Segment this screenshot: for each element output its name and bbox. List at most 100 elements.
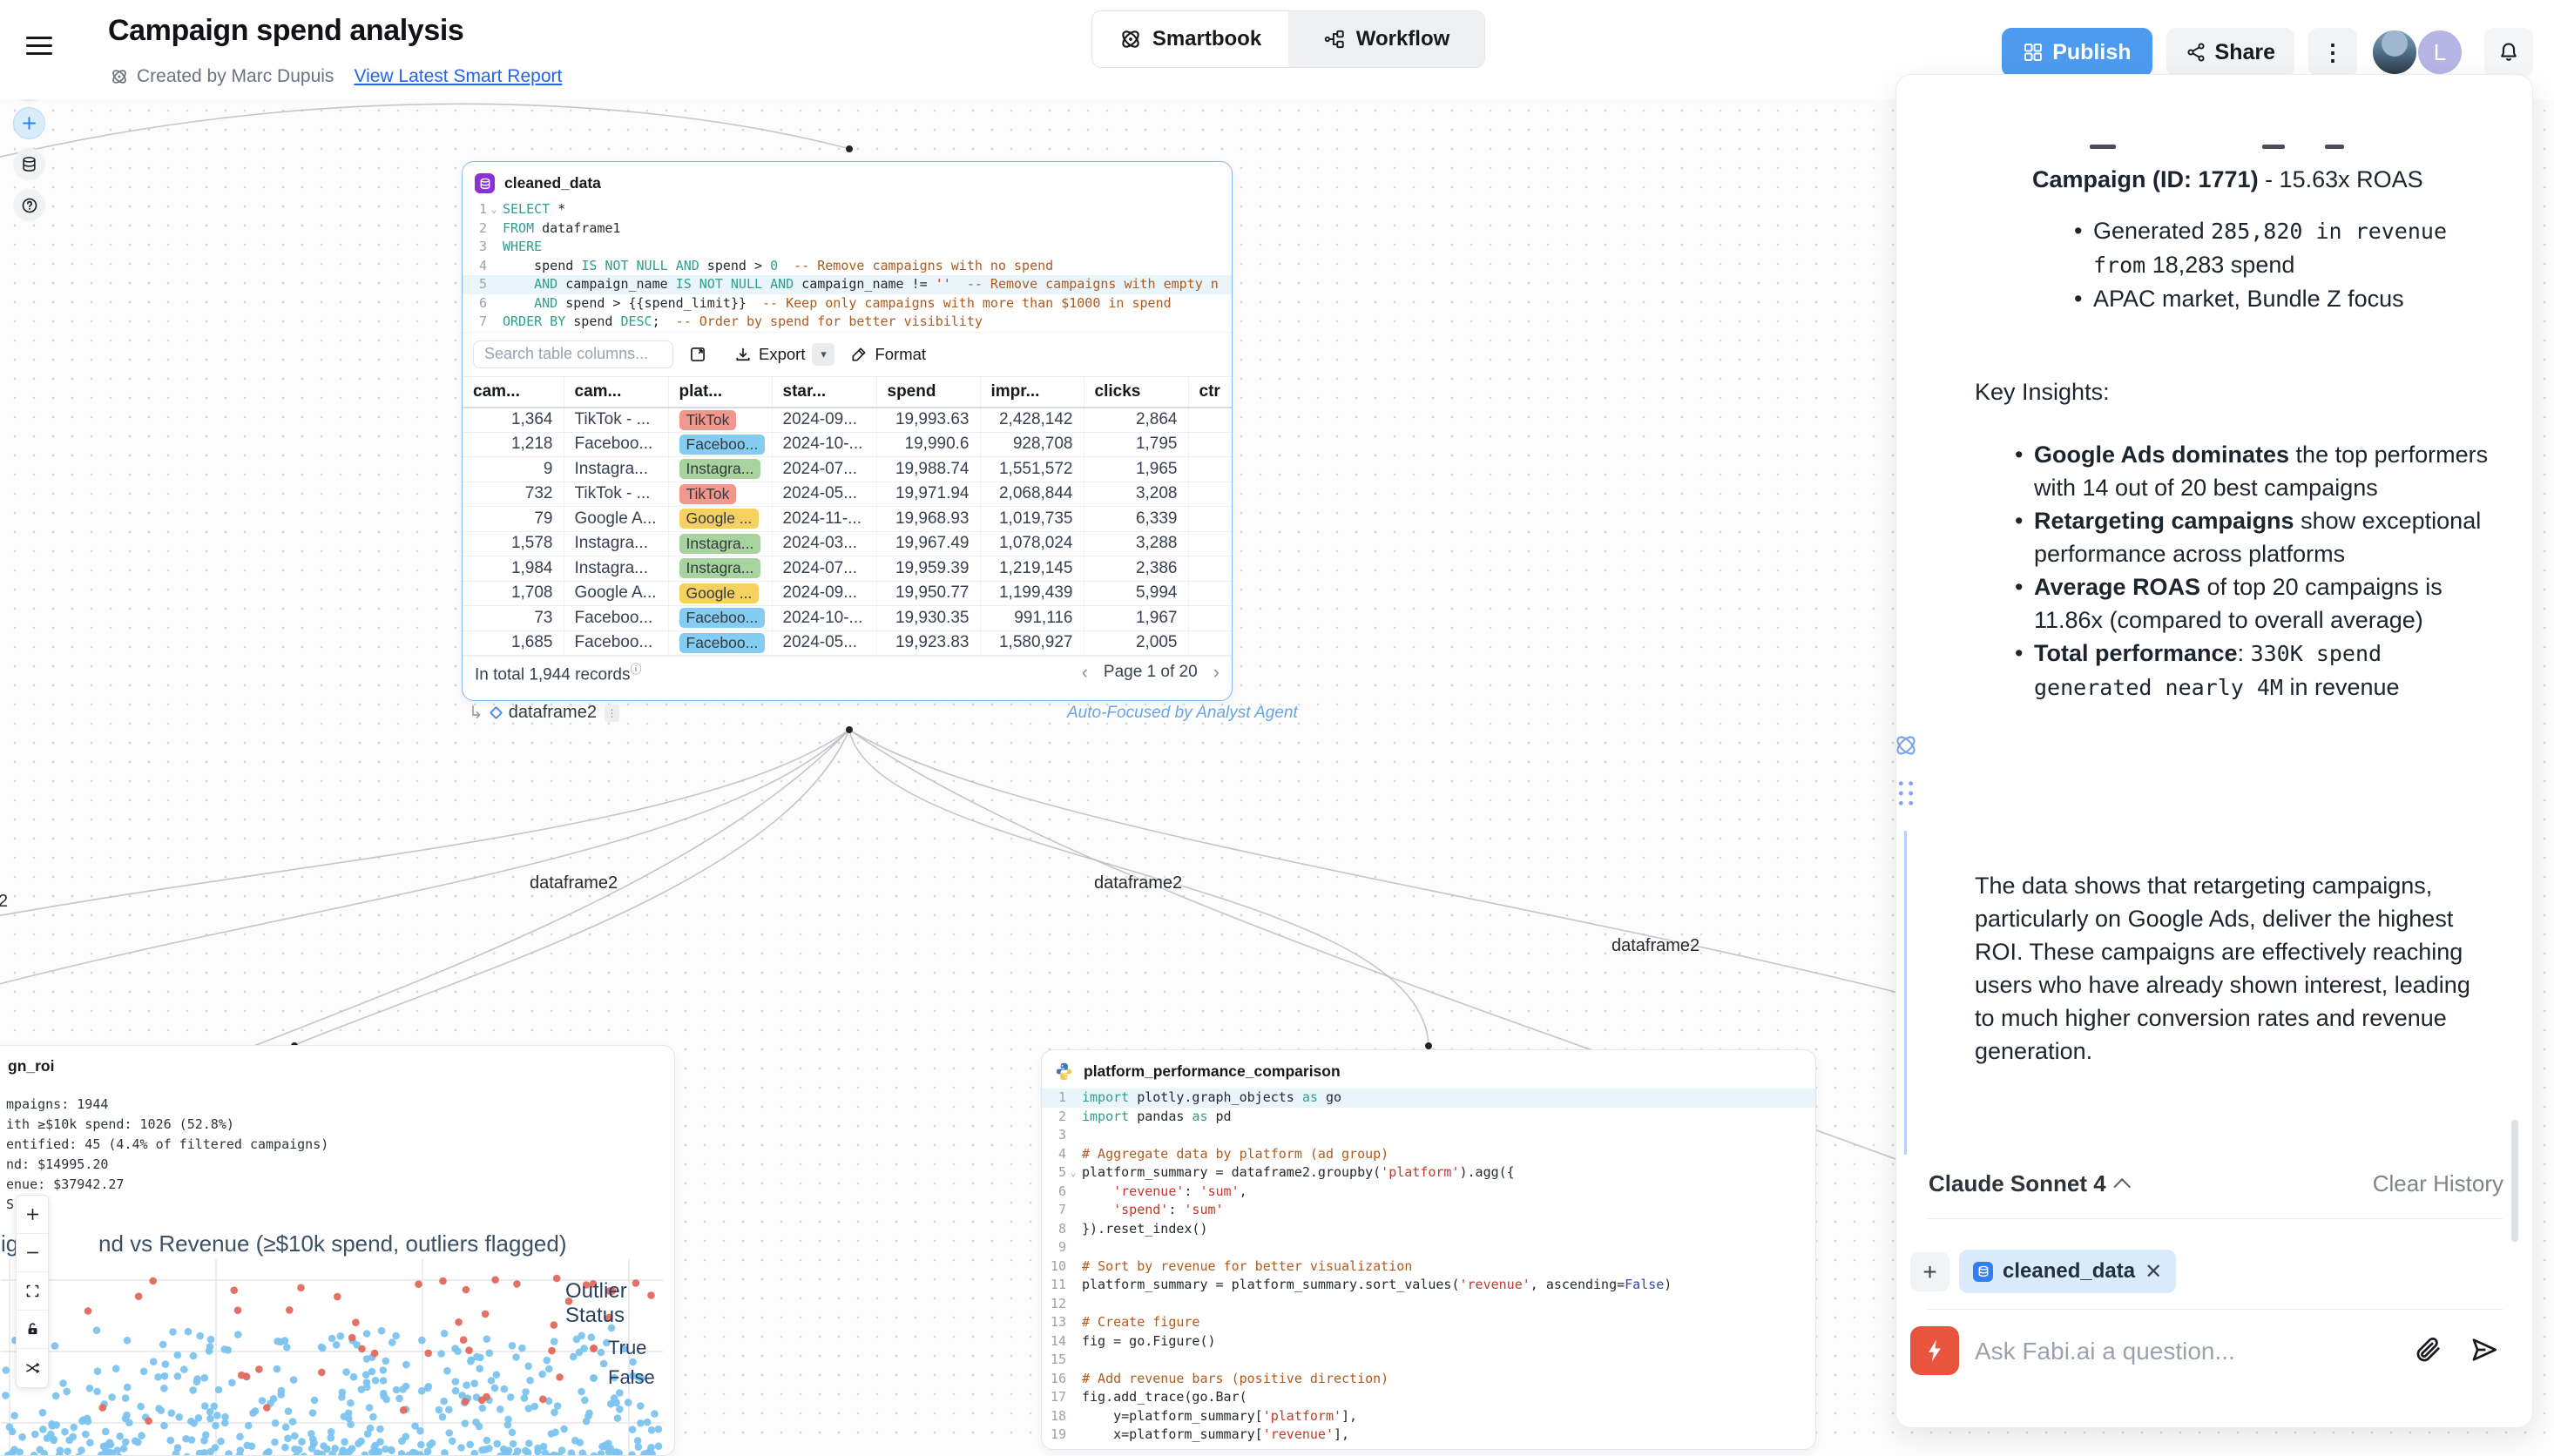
info-icon[interactable]: ⓘ <box>631 663 642 676</box>
fold-chevron-icon <box>1066 1332 1080 1352</box>
fold-chevron-icon <box>1066 1295 1080 1314</box>
add-context-button[interactable]: + <box>1910 1252 1949 1291</box>
scrollbar-thumb[interactable] <box>2511 1120 2518 1242</box>
node-header[interactable]: platform_performance_comparison <box>1042 1050 1815 1089</box>
records-total: In total 1,944 recordsⓘ <box>475 660 642 684</box>
avatar[interactable]: L <box>2416 29 2463 76</box>
menu-icon[interactable] <box>26 31 52 54</box>
zoom-in-button[interactable] <box>17 1196 48 1234</box>
fit-view-icon <box>25 1284 40 1298</box>
send-icon[interactable] <box>2470 1335 2499 1365</box>
summary-paragraph: The data shows that retargeting campaign… <box>1975 869 2478 1068</box>
model-selector[interactable]: Claude Sonnet 4 <box>1929 1170 2131 1197</box>
table-cell: 19,950.77 <box>876 581 980 606</box>
node-output-dataframe2[interactable]: ↳ dataframe2 ⋮ <box>469 702 619 724</box>
node-platform-performance-comparison[interactable]: platform_performance_comparison 1import … <box>1041 1049 1816 1450</box>
chart-legend[interactable]: Outlier Status True False <box>565 1279 674 1389</box>
column-header[interactable]: cam... <box>463 376 564 408</box>
format-button[interactable]: Format <box>850 345 926 364</box>
column-header[interactable]: spend <box>876 376 980 408</box>
campaign-heading: Campaign (ID: 1771) - 15.63x ROAS <box>2032 163 2503 196</box>
legend-item-true[interactable]: True <box>590 1337 674 1359</box>
prev-page-button[interactable]: ‹ <box>1082 661 1088 684</box>
fold-chevron-icon <box>1066 1238 1080 1257</box>
zoom-out-button[interactable] <box>17 1234 48 1272</box>
node-campaign-roi[interactable]: gn_roi mpaigns: 1944ith ≥$10k spend: 102… <box>0 1045 675 1456</box>
sql-code-editor[interactable]: 1⌄SELECT *2FROM dataframe13WHERE4 spend … <box>463 200 1232 332</box>
code-line: 3 <box>1042 1126 1815 1145</box>
fold-chevron-icon <box>487 257 501 276</box>
attachment-icon[interactable] <box>2414 1335 2443 1365</box>
code-line: 12 <box>1042 1295 1815 1314</box>
help-button[interactable] <box>13 189 45 221</box>
table-cell: 1,078,024 <box>980 531 1084 556</box>
table-cell: Google A... <box>564 581 668 606</box>
more-menu-button[interactable]: ⋮ <box>2308 28 2357 77</box>
expand-table-button[interactable] <box>689 346 706 363</box>
table-cell: 19,988.74 <box>876 457 980 482</box>
table-cell: 991,116 <box>980 606 1084 631</box>
export-options-chevron[interactable]: ▾ <box>812 343 834 366</box>
clear-history-button[interactable]: Clear History <box>2373 1170 2503 1197</box>
column-header[interactable]: plat... <box>668 376 772 408</box>
data-sources-button[interactable] <box>13 148 45 180</box>
table-cell: Instagra... <box>564 556 668 582</box>
notifications-button[interactable] <box>2484 28 2533 77</box>
code-line: 5 AND campaign_name IS NOT NULL AND camp… <box>463 275 1232 294</box>
smartbook-atom-icon <box>1119 28 1142 51</box>
search-input[interactable] <box>473 340 673 368</box>
context-chip-cleaned-data[interactable]: cleaned_data ✕ <box>1959 1250 2176 1293</box>
table-row: 73Faceboo...Faceboo...2024-10-...19,930.… <box>463 606 1233 631</box>
view-latest-smart-report-link[interactable]: View Latest Smart Report <box>354 66 562 87</box>
output-options-icon[interactable]: ⋮ <box>605 704 619 722</box>
code-line: 4# Aggregate data by platform (ad group) <box>1042 1145 1815 1164</box>
table-cell: 1,685 <box>463 630 564 656</box>
plus-icon <box>25 1207 40 1222</box>
table-cell: Instagra... <box>668 531 772 556</box>
table-cell: 1,578 <box>463 531 564 556</box>
table-cell: Instagra... <box>564 457 668 482</box>
code-line: 1import plotly.graph_objects as go <box>1042 1089 1815 1108</box>
code-line: 7ORDER BY spend DESC; -- Order by spend … <box>463 313 1232 332</box>
python-code-editor[interactable]: 1import plotly.graph_objects as go2impor… <box>1042 1089 1815 1445</box>
fold-chevron-icon <box>1066 1145 1080 1164</box>
table-cell: 79 <box>463 507 564 532</box>
table-cell: 5,994 <box>1084 581 1188 606</box>
export-button[interactable]: Export ▾ <box>734 343 834 366</box>
column-header[interactable]: clicks <box>1084 376 1188 408</box>
fold-chevron-icon[interactable]: ⌄ <box>487 200 501 219</box>
add-node-button[interactable] <box>13 107 45 139</box>
share-button[interactable]: Share <box>2166 28 2294 77</box>
drag-handle-icon[interactable] <box>1895 779 1917 808</box>
workflow-icon <box>1323 28 1346 51</box>
fit-view-button[interactable] <box>17 1272 48 1311</box>
lock-button[interactable] <box>17 1311 48 1349</box>
shuffle-button[interactable] <box>17 1349 48 1387</box>
share-icon <box>2186 42 2206 63</box>
column-header[interactable]: impr... <box>980 376 1084 408</box>
sql-database-icon <box>475 173 495 193</box>
table-cell <box>1188 556 1233 582</box>
next-page-button[interactable]: › <box>1213 661 1220 684</box>
column-header[interactable]: cam... <box>564 376 668 408</box>
dataframe-diamond-icon <box>489 706 503 720</box>
code-line: 4 spend IS NOT NULL AND spend > 0 -- Rem… <box>463 257 1232 276</box>
publish-button[interactable]: Publish <box>2002 28 2152 77</box>
model-row: Claude Sonnet 4 Clear History <box>1929 1170 2503 1197</box>
tab-workflow[interactable]: Workflow <box>1288 11 1484 67</box>
column-header[interactable]: star... <box>772 376 876 408</box>
tab-smartbook[interactable]: Smartbook <box>1092 11 1288 67</box>
smartbook-atom-icon[interactable] <box>1893 732 1919 758</box>
legend-item-false[interactable]: False <box>590 1366 674 1389</box>
column-header[interactable]: ctr <box>1188 376 1233 408</box>
fold-chevron-icon[interactable]: ⌄ <box>1066 1163 1080 1183</box>
table-cell: 9 <box>463 457 564 482</box>
remove-context-icon[interactable]: ✕ <box>2145 1259 2162 1284</box>
table-cell <box>1188 482 1233 507</box>
ask-question-input[interactable] <box>1975 1333 2393 1370</box>
avatar[interactable] <box>2371 29 2418 76</box>
node-cleaned-data[interactable]: cleaned_data 1⌄SELECT *2FROM dataframe13… <box>462 161 1233 701</box>
table-cell: 2024-07... <box>772 457 876 482</box>
lightning-icon <box>1922 1338 1948 1364</box>
node-header[interactable]: cleaned_data <box>463 162 1232 200</box>
